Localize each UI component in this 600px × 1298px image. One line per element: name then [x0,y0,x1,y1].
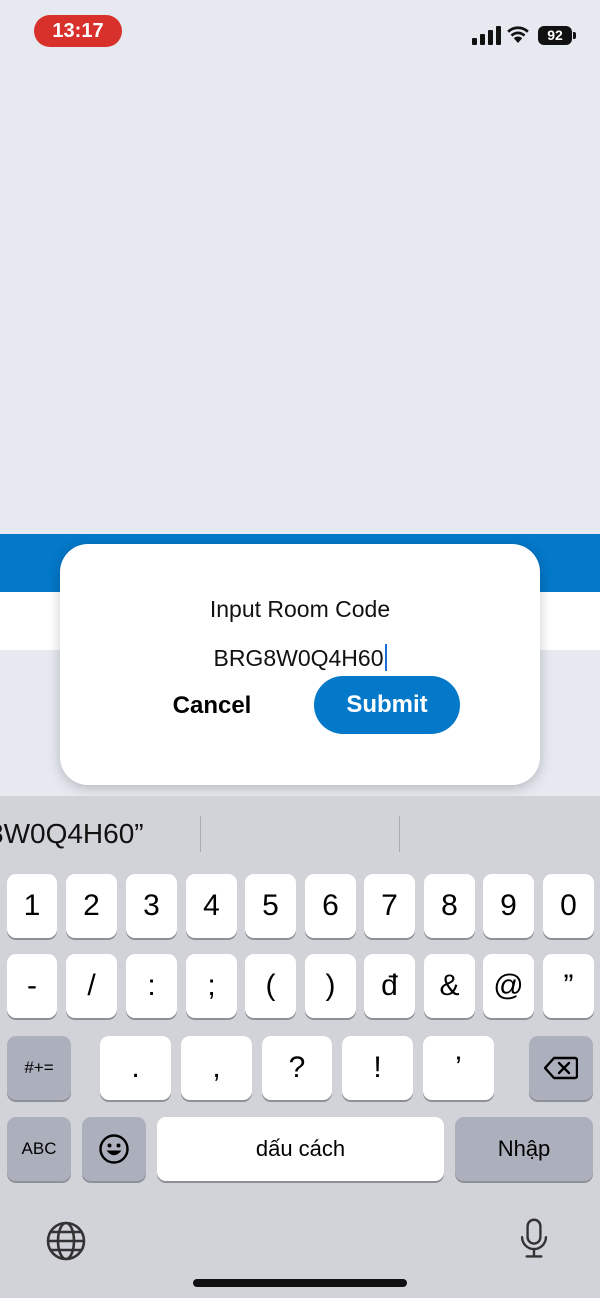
keyboard: 8W0Q4H60” 1 2 3 4 5 6 7 8 9 0 - / : ; ( … [0,796,600,1298]
delete-key[interactable] [529,1036,593,1100]
status-bar: 13:17 92 [0,0,600,70]
home-indicator [193,1279,407,1287]
return-key[interactable]: Nhập [455,1117,593,1181]
key-6[interactable]: 6 [305,874,356,938]
key-slash[interactable]: / [66,954,117,1018]
key-period[interactable]: . [100,1036,171,1100]
key-open-paren[interactable]: ( [245,954,296,1018]
key-apostrophe[interactable]: ’ [423,1036,494,1100]
emoji-icon [99,1134,129,1164]
key-2[interactable]: 2 [66,874,117,938]
dialog-title: Input Room Code [209,596,391,622]
globe-icon[interactable] [44,1219,88,1263]
key-symbols-toggle[interactable]: #+= [7,1036,71,1100]
space-key[interactable]: dấu cách [157,1117,444,1181]
key-exclamation[interactable]: ! [342,1036,413,1100]
room-code-value: BRG8W0Q4H60 [213,645,384,671]
backspace-icon [543,1056,579,1080]
key-close-paren[interactable]: ) [305,954,356,1018]
emoji-key[interactable] [82,1117,146,1181]
suggestion-divider [399,816,400,852]
key-8[interactable]: 8 [424,874,475,938]
key-1[interactable]: 1 [7,874,57,938]
battery-indicator: 92 [538,26,576,45]
key-quote[interactable]: ” [543,954,594,1018]
microphone-icon[interactable] [512,1217,556,1261]
key-3[interactable]: 3 [126,874,177,938]
key-question[interactable]: ? [262,1036,332,1100]
key-d-stroke[interactable]: đ [364,954,415,1018]
key-9[interactable]: 9 [483,874,534,938]
key-4[interactable]: 4 [186,874,237,938]
key-0[interactable]: 0 [543,874,594,938]
key-5[interactable]: 5 [245,874,296,938]
key-hyphen[interactable]: - [7,954,57,1018]
wifi-icon [507,26,529,43]
suggestion-divider [200,816,201,852]
submit-button[interactable]: Submit [314,676,460,734]
key-ampersand[interactable]: & [424,954,475,1018]
key-at[interactable]: @ [483,954,534,1018]
key-comma[interactable]: , [181,1036,252,1100]
cellular-signal-icon [472,26,502,45]
status-time: 13:17 [34,15,122,47]
text-caret [384,644,387,671]
cancel-button[interactable]: Cancel [152,688,272,724]
suggestion-item[interactable]: 8W0Q4H60” [0,818,144,850]
suggestion-bar: 8W0Q4H60” [0,796,600,870]
room-code-dialog: Input Room Code BRG8W0Q4H60 Cancel Submi… [60,544,540,785]
key-colon[interactable]: : [126,954,177,1018]
key-semicolon[interactable]: ; [186,954,237,1018]
room-code-input[interactable]: BRG8W0Q4H60 [100,644,500,678]
key-7[interactable]: 7 [364,874,415,938]
key-abc[interactable]: ABC [7,1117,71,1181]
